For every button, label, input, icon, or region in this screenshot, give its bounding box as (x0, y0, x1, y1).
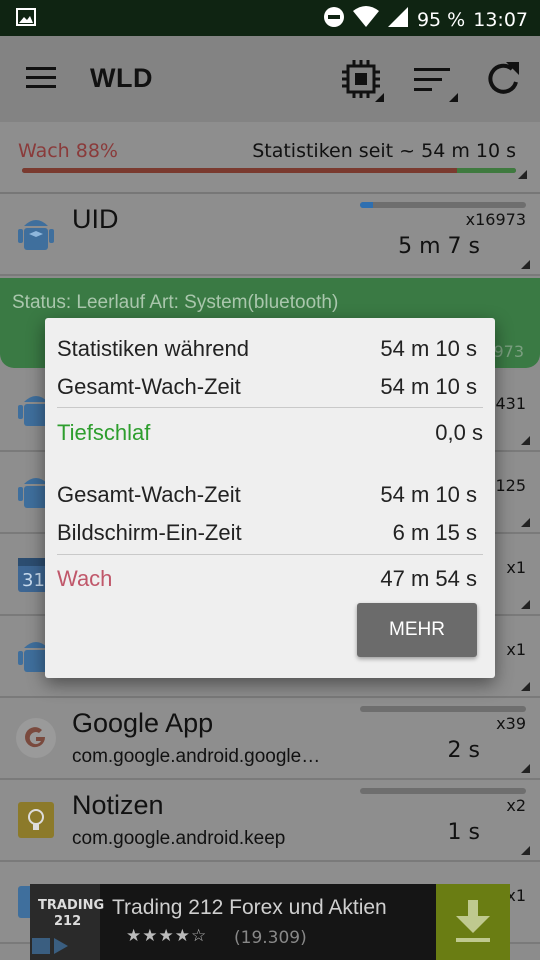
ad-logo: TRADING 212 (30, 884, 104, 960)
total-awake-label: Gesamt-Wach-Zeit (57, 374, 241, 399)
deep-sleep-label: Tiefschlaf (57, 420, 151, 445)
svg-text:31: 31 (22, 570, 45, 591)
stats-dialog: Statistiken während 54 m 10 s Gesamt-Wac… (45, 318, 495, 678)
wakeup-count: 973 (493, 342, 524, 361)
list-item[interactable]: Google App com.google.android.google… x3… (0, 698, 540, 780)
wakeup-count: x2 (506, 796, 526, 815)
divider (57, 407, 483, 408)
awake-summary: Wach 88% Statistiken seit ~ 54 m 10 s (0, 122, 540, 194)
expand-corner-icon (521, 682, 530, 691)
wakeup-count: x39 (496, 714, 526, 733)
wakeup-count: x1 (506, 640, 526, 659)
app-name: Notizen (72, 790, 164, 820)
stats-since: Statistiken seit ~ 54 m 10 s (252, 140, 516, 162)
deep-sleep-value: 0,0 s (435, 420, 483, 445)
awake-bar (22, 168, 516, 173)
divider (57, 554, 483, 555)
signal-icon (387, 6, 409, 33)
stats-during-value: 54 m 10 s (380, 336, 477, 361)
package-name: com.google.android.google… (72, 746, 321, 767)
ad-download-button[interactable] (436, 884, 510, 960)
total-awake-label-2: Gesamt-Wach-Zeit (57, 482, 241, 507)
stats-during-label: Statistiken während (57, 336, 249, 361)
status-text: Status: Leerlauf Art: System(bluetooth) (12, 292, 339, 313)
wakeup-count: x16973 (465, 210, 526, 229)
total-awake-value-2: 54 m 10 s (380, 482, 477, 507)
keep-icon (14, 798, 58, 842)
list-item[interactable]: UID x16973 5 m 7 s (0, 194, 540, 276)
stats-during-row: Statistiken während 54 m 10 s (57, 336, 483, 362)
sort-icon[interactable] (412, 58, 458, 106)
ad-review-count: (19.309) (234, 928, 307, 948)
status-bar: 95 % 13:07 (0, 0, 540, 36)
usage-bar-fill (360, 202, 374, 208)
wake-time: 5 m 7 s (398, 234, 480, 259)
total-awake-row-2: Gesamt-Wach-Zeit 54 m 10 s (57, 482, 483, 508)
awake-row: Wach 47 m 54 s (57, 566, 483, 592)
usage-bar (360, 706, 526, 712)
wake-time: 1 s (447, 820, 480, 845)
usage-bar (360, 202, 526, 208)
expand-corner-icon (521, 518, 530, 527)
awake-percent: Wach 88% (18, 140, 118, 162)
expand-corner-icon (521, 436, 530, 445)
ad-title: Trading 212 Forex und Aktien (112, 896, 387, 919)
awake-label: Wach (57, 566, 113, 591)
ad-logo-number: 212 (54, 914, 82, 929)
refresh-icon[interactable] (486, 58, 522, 102)
total-awake-row: Gesamt-Wach-Zeit 54 m 10 s (57, 374, 483, 400)
expand-corner-icon (518, 170, 527, 179)
total-awake-value: 54 m 10 s (380, 374, 477, 399)
ad-logo-text: TRADING (38, 898, 105, 913)
package-name: com.google.android.keep (72, 828, 286, 849)
ad-rating-stars: ★★★★☆ (126, 926, 208, 946)
list-item[interactable]: Notizen com.google.android.keep x2 1 s (0, 780, 540, 862)
more-button[interactable]: MEHR (357, 603, 477, 657)
wakeup-count: 125 (495, 476, 526, 495)
download-icon (456, 900, 490, 942)
ad-banner[interactable]: TRADING 212 Trading 212 Forex und Aktien… (30, 884, 510, 960)
wakeup-count: 431 (495, 394, 526, 413)
wake-time: 2 s (447, 738, 480, 763)
awake-value: 47 m 54 s (380, 566, 477, 591)
clock: 13:07 (473, 8, 528, 31)
menu-icon[interactable] (26, 66, 58, 94)
app-title: WLD (90, 63, 153, 93)
usage-bar (360, 788, 526, 794)
app-name: UID (72, 204, 119, 234)
expand-corner-icon (521, 764, 530, 773)
expand-corner-icon (521, 260, 530, 269)
expand-corner-icon (521, 600, 530, 609)
battery-level: 95 % (416, 8, 466, 31)
expand-corner-icon (521, 846, 530, 855)
dnd-icon (323, 6, 345, 33)
sleep-bar-fill (456, 168, 516, 173)
screen-on-label: Bildschirm-Ein-Zeit (57, 520, 242, 545)
awake-bar-fill (22, 168, 457, 173)
deep-sleep-row: Tiefschlaf 0,0 s (57, 420, 483, 446)
app-name: Google App (72, 708, 214, 738)
wifi-icon (352, 6, 379, 33)
wakeup-count: x1 (506, 558, 526, 577)
screen-on-value: 6 m 15 s (392, 520, 477, 545)
screen-on-row: Bildschirm-Ein-Zeit 6 m 15 s (57, 520, 483, 546)
image-icon (16, 8, 36, 31)
google-icon (14, 716, 58, 760)
cpu-icon[interactable] (340, 58, 384, 106)
ad-choices-icon[interactable] (32, 936, 72, 956)
app-bar: WLD (0, 36, 540, 122)
android-icon (14, 212, 58, 256)
